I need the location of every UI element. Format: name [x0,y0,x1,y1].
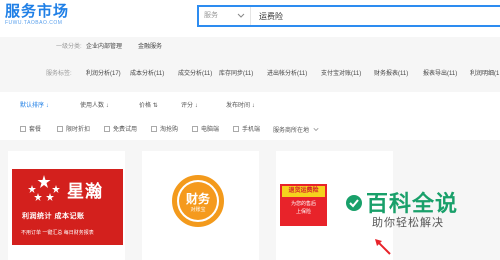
product-card[interactable]: 财务 对账宝 [142,151,259,260]
watermark-icon [346,195,362,211]
checkbox-square[interactable] [104,126,110,132]
tag-option[interactable]: 支付宝对账(11) [321,67,361,81]
caiwu-logo-inner: 财务 对账宝 [179,182,217,220]
checkbox-bar: 套餐 限时折扣 免费试用 淘抢购 电脑端 手机端 服务商所在地 [0,122,500,140]
tag-option[interactable]: 财务报表(11) [374,67,408,81]
tag-filter-row: 服务标签: 利润分析(17) 成本分析(11) 成交分析(11) 库存同步(11… [0,67,500,81]
arrow-down-icon: ↓ [45,103,49,109]
brand-subtitle-line: 上保险 [295,209,311,215]
checkbox-square[interactable] [192,126,198,132]
sort-users[interactable]: 使用人数 ↓ [80,101,109,111]
logo-subtext: FUWU.TAOBAO.COM [5,20,63,26]
sort-publish-time[interactable]: 发布时间 ↓ [226,101,255,111]
tag-option[interactable]: 成本分析(11) [130,67,164,81]
brand-name: 退货运费险 [282,186,325,197]
tag-option[interactable]: 报表导出(11) [423,67,457,81]
tag-option[interactable]: 利润分析(17) [86,67,121,81]
logo-text: 服务市场 [5,3,70,20]
red-arrow-icon [375,239,391,255]
checkbox-label: 免费试用 [113,127,138,133]
sort-label: 默认排序 [20,103,45,109]
caiwu-logo: 财务 对账宝 [172,175,224,227]
category-filter-row: 一级分类: 企业内部管理 金融服务 [0,40,500,54]
search-input[interactable] [259,7,489,25]
sort-label: 价格 [139,103,152,109]
brand-subtitle-line: 为您的售后 [290,201,316,207]
brand-subtitle: 为您的售后 上保险 [280,200,327,216]
tag-filter-label: 服务标签: [46,71,72,77]
checkbox-square[interactable] [151,126,157,132]
product-card[interactable]: 星瀚 利润统计 成本记账 不用订单 一键汇总 每日财务报表 [8,151,125,260]
tag-option[interactable]: 进出帐分析(11) [267,67,307,81]
sort-label: 发布时间 [226,103,251,109]
sort-bar: 默认排序 ↓ 使用人数 ↓ 价格 ⇅ 评分 ↓ 发布时间 ↓ [0,92,500,122]
sort-price[interactable]: 价格 ⇅ [139,101,158,111]
checkbox-label: 套餐 [29,127,42,133]
sort-label: 使用人数 [80,103,105,109]
brand-slogan: 不用订单 一键汇总 每日财务报表 [21,230,94,236]
category-filter-label: 一级分类: [56,44,82,50]
tag-option[interactable]: 成交分析(11) [178,67,212,81]
checkbox-pc[interactable]: 电脑端 [192,126,219,135]
sort-default[interactable]: 默认排序 ↓ [20,101,49,111]
sort-rating[interactable]: 评分 ↓ [181,101,198,111]
chevron-down-icon [237,13,245,18]
arrow-down-icon: ↓ [194,103,198,109]
filter-panel: 一级分类: 企业内部管理 金融服务 服务标签: 利润分析(17) 成本分析(11… [0,37,500,92]
search-box: 服务 [197,5,500,27]
location-label: 服务商所在地 [273,128,310,134]
brand-tagline: 利润统计 成本记账 [22,213,85,220]
search-category-select[interactable]: 服务 [199,7,251,25]
brand-name: 星瀚 [67,182,103,201]
search-category-label: 服务 [204,12,218,19]
category-option[interactable]: 企业内部管理 [86,40,122,54]
header: 服务市场 FUWU.TAOBAO.COM 服务 [0,0,500,37]
checkbox-mobile[interactable]: 手机端 [233,126,260,135]
brand-name: 财务 [185,192,210,206]
watermark-subtitle: 助你轻松解决 [372,217,444,229]
sort-both-icon: ⇅ [152,103,158,109]
checkbox-square[interactable] [57,126,63,132]
tag-option[interactable]: 库存同步(11) [219,67,253,81]
tag-option[interactable]: 利润明细(1 [470,67,499,81]
checkbox-label: 电脑端 [201,127,220,133]
xinghan-logo: 星瀚 利润统计 成本记账 不用订单 一键汇总 每日财务报表 [12,169,123,245]
sort-label: 评分 [181,103,194,109]
checkbox-label: 限时折扣 [66,127,91,133]
logo[interactable]: 服务市场 FUWU.TAOBAO.COM [5,3,69,27]
freight-insurance-logo: 退货运费险 为您的售后 上保险 [280,184,327,226]
checkbox-package[interactable]: 套餐 [20,126,41,135]
chevron-down-icon [313,127,319,132]
brand-subtitle: 对账宝 [190,207,206,213]
checkbox-square[interactable] [20,126,26,132]
checkbox-discount[interactable]: 限时折扣 [57,126,90,135]
checkbox-label: 手机端 [242,127,261,133]
checkbox-free-trial[interactable]: 免费试用 [104,126,137,135]
checkbox-square[interactable] [233,126,239,132]
arrow-down-icon: ↓ [251,103,255,109]
arrow-down-icon: ↓ [105,103,109,109]
provider-location-select[interactable]: 服务商所在地 [273,126,319,136]
category-option[interactable]: 金融服务 [138,40,162,54]
checkbox-label: 淘抢购 [160,127,179,133]
checkbox-flash-sale[interactable]: 淘抢购 [151,126,178,135]
star-cluster-icon [28,175,60,201]
